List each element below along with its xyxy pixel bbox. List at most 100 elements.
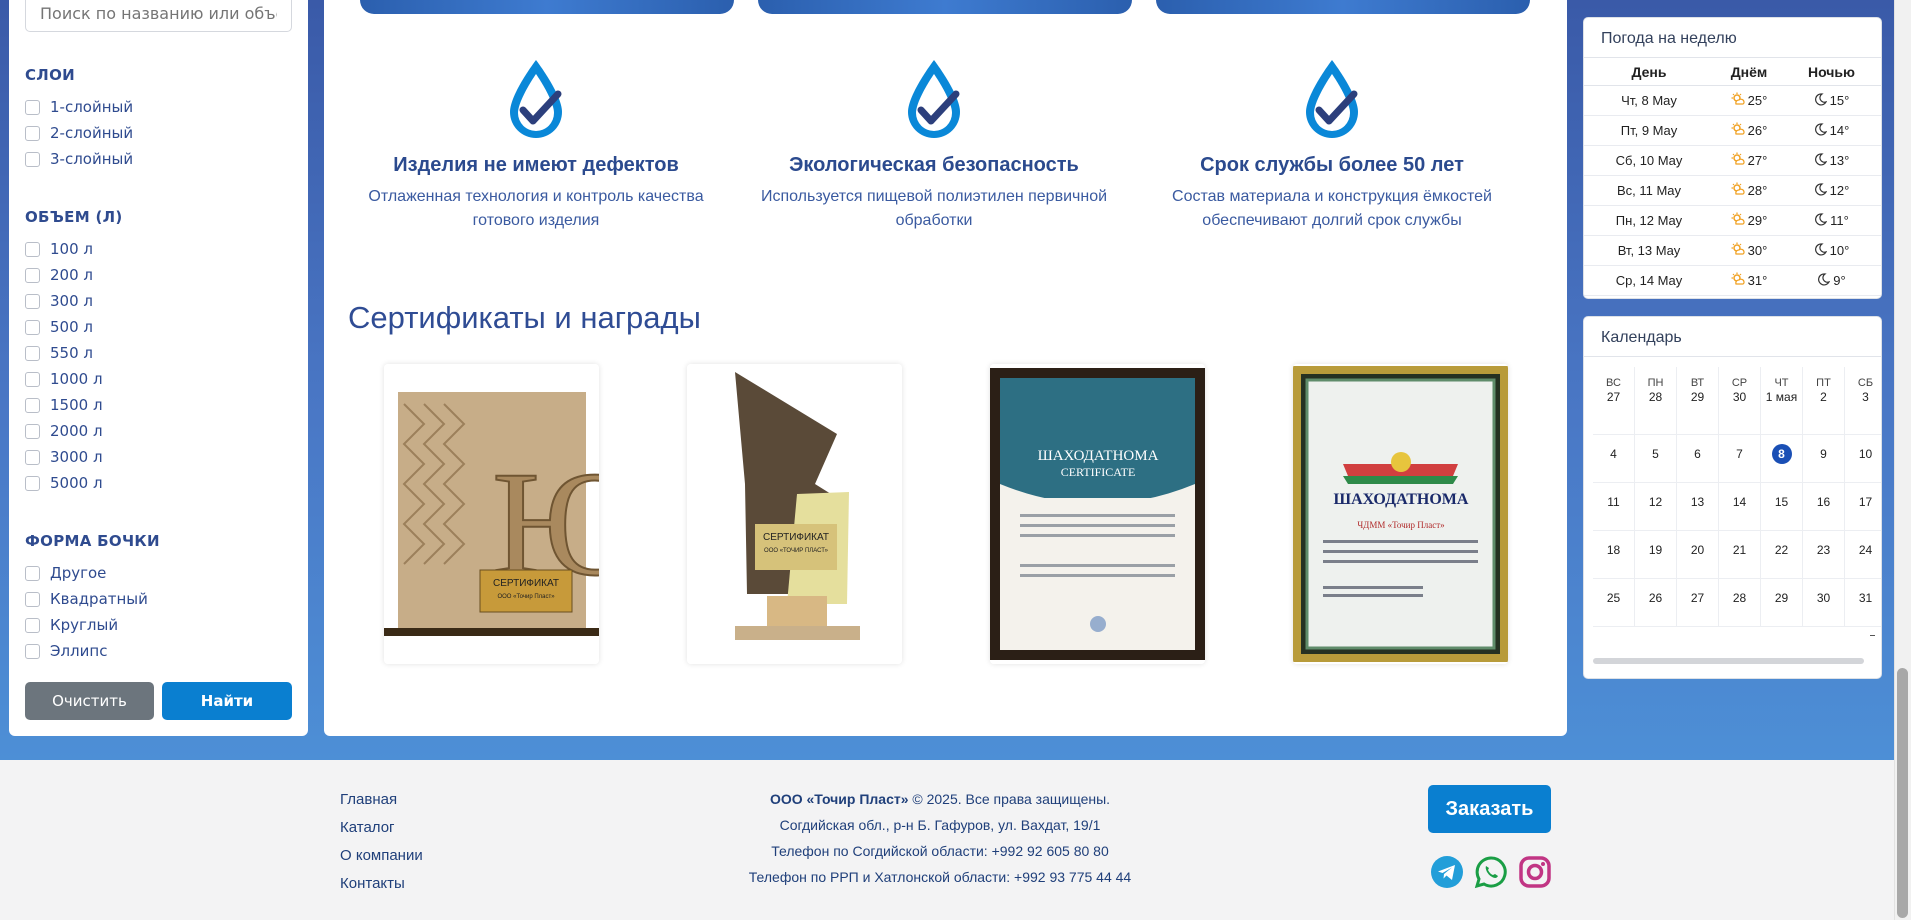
checkbox[interactable]	[25, 319, 40, 335]
col-night: Ночью	[1807, 63, 1855, 80]
calendar-day-cell[interactable]: ПН 28	[1635, 367, 1677, 435]
checkbox[interactable]	[25, 241, 40, 257]
shape-checkbox[interactable]: Круглый	[25, 616, 118, 634]
product-card-bottom[interactable]	[758, 0, 1132, 14]
checkbox[interactable]	[25, 99, 40, 115]
calendar-day-cell[interactable]: 21	[1719, 531, 1761, 579]
weather-row: Чт, 8 May 25° 15°	[1584, 86, 1881, 116]
layer-checkbox[interactable]: 1-слойный	[25, 98, 133, 116]
volume-checkbox[interactable]: 300 л	[25, 292, 93, 310]
calendar-day-cell[interactable]: 15	[1761, 483, 1803, 531]
calendar-day-cell[interactable]: 8	[1761, 435, 1803, 483]
instagram-icon[interactable]	[1518, 855, 1552, 889]
volume-checkbox[interactable]: 500 л	[25, 318, 93, 336]
calendar-day-cell[interactable]: 30	[1803, 579, 1845, 627]
product-card-bottom[interactable]	[360, 0, 734, 14]
calendar-day-cell[interactable]: 26	[1635, 579, 1677, 627]
volume-checkbox[interactable]: 5000 л	[25, 474, 103, 492]
certificate-image[interactable]: Ю СЕРТИФИКАТ ООО «Точир Пласт»	[384, 364, 599, 664]
order-button[interactable]: Заказать	[1428, 785, 1551, 833]
checkbox[interactable]	[25, 423, 40, 439]
layer-checkbox[interactable]: 2-слойный	[25, 124, 133, 142]
volume-checkbox[interactable]: 550 л	[25, 344, 93, 362]
checkbox[interactable]	[25, 371, 40, 387]
calendar-day-cell[interactable]: СБ 3	[1845, 367, 1881, 435]
day-temp-value: 25°	[1747, 93, 1768, 108]
volume-checkbox[interactable]: 3000 л	[25, 448, 103, 466]
search-input[interactable]	[25, 0, 292, 32]
shape-checkbox[interactable]: Квадратный	[25, 590, 148, 608]
certificate-image[interactable]: СЕРТИФИКАТ ООО «ТОЧИР ПЛАСТ»	[687, 364, 902, 664]
telegram-icon[interactable]	[1430, 855, 1464, 889]
calendar-day-cell[interactable]: ВТ 29	[1677, 367, 1719, 435]
calendar-day-cell[interactable]: 9	[1803, 435, 1845, 483]
footer-link-catalog[interactable]: Каталог	[340, 814, 423, 842]
layer-checkbox[interactable]: 3-слойный	[25, 150, 133, 168]
calendar-day-cell[interactable]: ПТ 2	[1803, 367, 1845, 435]
checkbox[interactable]	[25, 591, 40, 607]
checkbox[interactable]	[25, 125, 40, 141]
checkbox[interactable]	[25, 565, 40, 581]
volume-checkbox[interactable]: 1500 л	[25, 396, 103, 414]
calendar-day-cell[interactable]: СР 30	[1719, 367, 1761, 435]
sun-cloud-icon	[1731, 182, 1745, 199]
calendar-day-cell[interactable]: 6	[1677, 435, 1719, 483]
day-number: 30	[1732, 390, 1747, 404]
calendar-day-cell[interactable]: 28	[1719, 579, 1761, 627]
find-button[interactable]: Найти	[162, 682, 292, 720]
checkbox[interactable]	[25, 617, 40, 633]
product-card-bottom[interactable]	[1156, 0, 1530, 14]
calendar-day-cell[interactable]: ЧТ 1 мая	[1761, 367, 1803, 435]
calendar-day-cell[interactable]: 29	[1761, 579, 1803, 627]
calendar-day-cell[interactable]: 19	[1635, 531, 1677, 579]
checkbox[interactable]	[25, 643, 40, 659]
day-number: 9	[1820, 447, 1827, 461]
calendar-day-cell[interactable]: 31	[1845, 579, 1881, 627]
calendar-day-cell[interactable]: 13	[1677, 483, 1719, 531]
calendar-day-cell[interactable]: 7	[1719, 435, 1761, 483]
calendar-day-cell[interactable]: ВС 27	[1593, 367, 1635, 435]
checkbox[interactable]	[25, 267, 40, 283]
calendar-day-cell[interactable]: 5	[1635, 435, 1677, 483]
volume-checkbox[interactable]: 1000 л	[25, 370, 103, 388]
volume-checkbox[interactable]: 200 л	[25, 266, 93, 284]
checkbox[interactable]	[25, 449, 40, 465]
shape-checkbox[interactable]: Эллипс	[25, 642, 107, 660]
footer-link-contacts[interactable]: Контакты	[340, 870, 423, 898]
calendar-scrollbar[interactable]	[1593, 658, 1864, 664]
checkbox[interactable]	[25, 475, 40, 491]
calendar-day-cell[interactable]: 17	[1845, 483, 1881, 531]
checkbox[interactable]	[25, 397, 40, 413]
calendar-day-cell[interactable]: 23	[1803, 531, 1845, 579]
shape-checkbox[interactable]: Другое	[25, 564, 106, 582]
certificate-image[interactable]: ШАХОДАТНОМА ЧДММ «Точир Пласт»	[1293, 364, 1508, 664]
calendar-day-cell[interactable]: 20	[1677, 531, 1719, 579]
whatsapp-icon[interactable]	[1474, 855, 1508, 889]
calendar-day-cell[interactable]: 12	[1635, 483, 1677, 531]
checkbox[interactable]	[25, 345, 40, 361]
calendar-day-cell[interactable]: 16	[1803, 483, 1845, 531]
calendar-day-cell[interactable]: 11	[1593, 483, 1635, 531]
weekday-label: СР	[1731, 377, 1748, 389]
calendar-day-cell[interactable]: 22	[1761, 531, 1803, 579]
calendar-day-cell[interactable]: 10	[1845, 435, 1881, 483]
page-scrollbar[interactable]	[1894, 0, 1911, 920]
clear-button[interactable]: Очистить	[25, 682, 154, 720]
calendar-day-cell[interactable]: 4	[1593, 435, 1635, 483]
checkbox[interactable]	[25, 293, 40, 309]
calendar-day-cell[interactable]: 18	[1593, 531, 1635, 579]
volume-checkbox[interactable]: 2000 л	[25, 422, 103, 440]
volume-checkbox[interactable]: 100 л	[25, 240, 93, 258]
checkbox[interactable]	[25, 151, 40, 167]
calendar-day-cell[interactable]: 27	[1677, 579, 1719, 627]
checkbox-label: 1000 л	[50, 370, 103, 388]
calendar-day-cell[interactable]: 25	[1593, 579, 1635, 627]
scroll-thumb[interactable]	[1897, 668, 1908, 918]
certificate-caption: ШАХОДАТНОМА	[1334, 491, 1469, 508]
certificate-image[interactable]: ШАХОДАТНОМА CERTIFICATE	[990, 364, 1205, 664]
calendar-day-cell[interactable]: 24	[1845, 531, 1881, 579]
footer-link-about[interactable]: О компании	[340, 842, 423, 870]
footer-link-home[interactable]: Главная	[340, 786, 423, 814]
calendar-day-cell[interactable]: 14	[1719, 483, 1761, 531]
quality-check-icon	[1306, 60, 1358, 138]
